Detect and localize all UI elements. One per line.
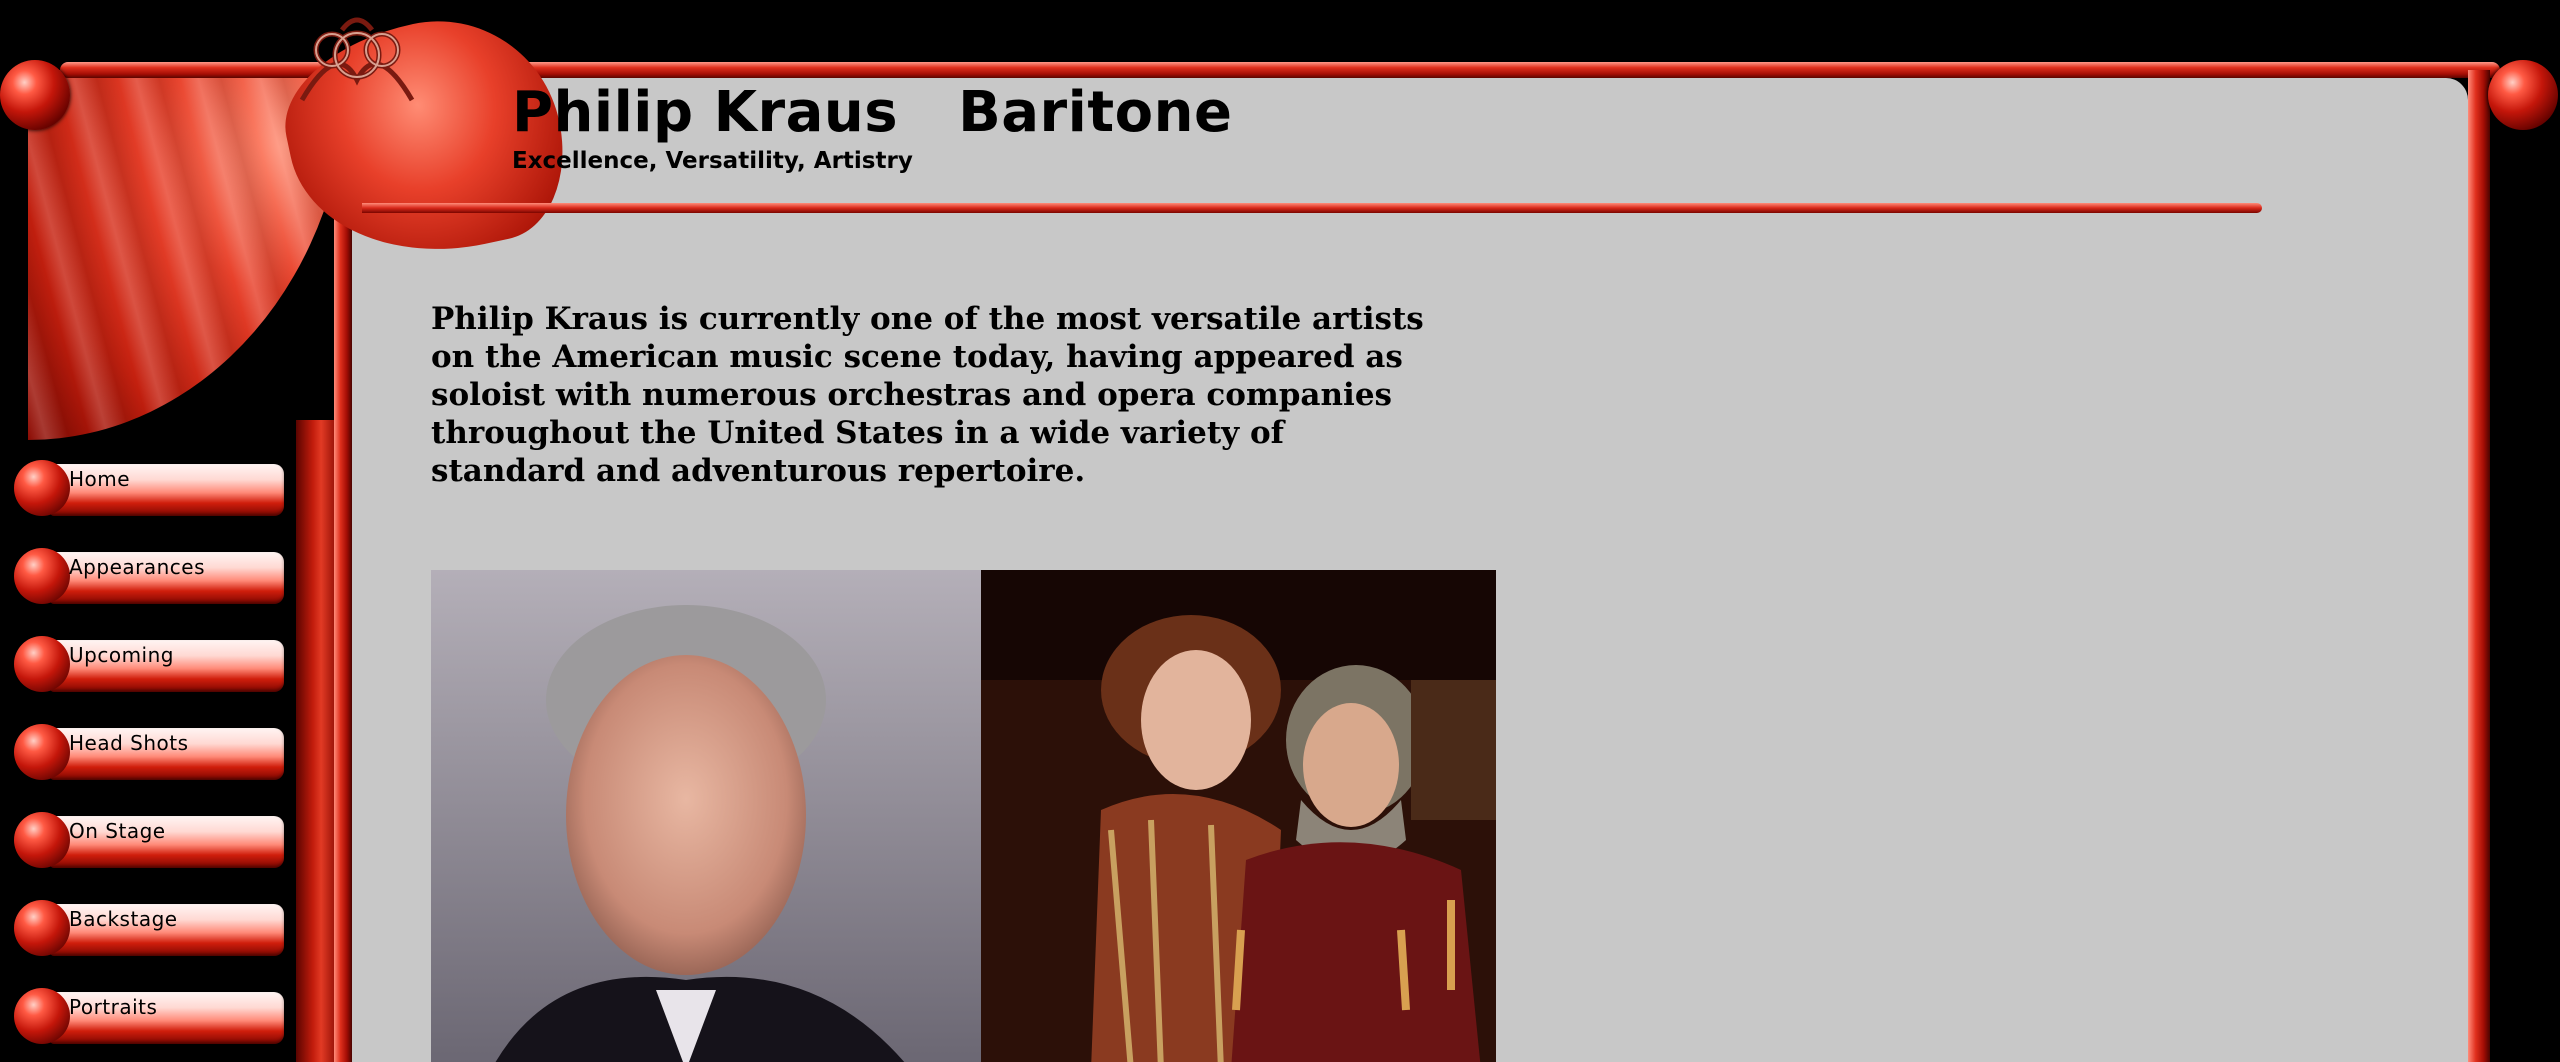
site-title: Philip Kraus Baritone: [512, 80, 1233, 145]
nav-button-label: Appearances: [69, 555, 206, 579]
nav-button-label: Backstage: [69, 907, 178, 931]
on-stage-illustration: [981, 570, 1496, 1062]
site-tagline: Excellence, Versatility, Artistry: [512, 148, 913, 174]
nav-button-ball-icon: [14, 636, 70, 692]
nav-button-backstage[interactable]: Backstage: [14, 900, 284, 960]
nav-button-label: Portraits: [69, 995, 158, 1019]
nav-button-label: Home: [69, 467, 131, 491]
intro-paragraph: Philip Kraus is currently one of the mos…: [431, 301, 1424, 489]
nav-button-label: Head Shots: [69, 731, 189, 755]
ornament-icon: [299, 17, 415, 102]
frame-right-bar: [2468, 70, 2490, 1062]
frame-knob-right: [2488, 60, 2558, 130]
nav-button-home[interactable]: Home: [14, 460, 284, 520]
headshot-photo: [431, 570, 981, 1062]
nav-button-portraits[interactable]: Portraits: [14, 988, 284, 1048]
nav-button-head-shots[interactable]: Head Shots: [14, 724, 284, 784]
nav-button-ball-icon: [14, 988, 70, 1044]
nav-button-on-stage[interactable]: On Stage: [14, 812, 284, 872]
headshot-illustration: [431, 570, 981, 1062]
nav-button-ball-icon: [14, 812, 70, 868]
on-stage-photo: [981, 570, 1496, 1062]
nav-button-label: On Stage: [69, 819, 166, 843]
frame-left-pillar: [296, 420, 338, 1062]
nav-button-ball-icon: [14, 724, 70, 780]
header-underline: [362, 203, 2262, 213]
nav-button-upcoming[interactable]: Upcoming: [14, 636, 284, 696]
frame-knob-left: [0, 60, 70, 130]
nav-button-appearances[interactable]: Appearances: [14, 548, 284, 608]
frame-left-bar: [334, 200, 352, 1062]
nav-button-ball-icon: [14, 900, 70, 956]
nav-button-label: Upcoming: [69, 643, 174, 667]
page: Philip Kraus Baritone Excellence, Versat…: [0, 0, 2560, 1062]
side-nav: Home Appearances Upcoming Head Shots On …: [14, 460, 294, 1062]
nav-button-ball-icon: [14, 548, 70, 604]
nav-button-ball-icon: [14, 460, 70, 516]
